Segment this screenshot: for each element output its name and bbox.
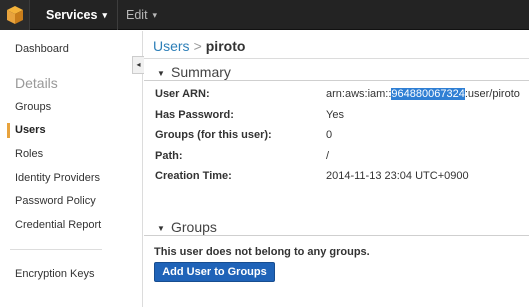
page-title: piroto [205,38,246,54]
sidebar-item-roles[interactable]: Roles [15,148,43,160]
sidebar-item-identity-providers[interactable]: Identity Providers [15,172,100,184]
sidebar-item-dashboard[interactable]: Dashboard [15,43,69,55]
path-value: / [326,150,330,162]
top-nav-bar: Services ▾ Edit ▾ [0,0,529,30]
no-groups-message: This user does not belong to any groups. [154,246,370,258]
arn-account-id-selected[interactable]: 964880067324 [391,88,465,100]
sidebar: Dashboard Details Groups Users Roles Ide… [0,31,143,307]
has-password-label: Has Password: [155,109,234,121]
services-menu[interactable]: Services ▾ [30,0,118,30]
main-content: Users > piroto ▼ Summary User ARN: arn:aws… [144,31,529,307]
user-arn-value: arn:aws:iam::964880067324:user/piroto [326,88,520,100]
header-divider [144,58,529,59]
arn-prefix: arn:aws:iam:: [326,88,392,100]
sidebar-divider [10,249,102,250]
summary-section-header[interactable]: ▼ Summary [144,63,529,81]
sidebar-item-groups[interactable]: Groups [15,101,51,113]
collapse-triangle-icon: ▼ [157,224,165,233]
edit-menu[interactable]: Edit ▾ [118,0,157,30]
breadcrumb: Users > piroto [153,38,245,54]
edit-label: Edit [126,8,148,22]
chevron-down-icon: ▾ [102,10,107,20]
groups-count-value: 0 [326,129,333,141]
services-label: Services [46,8,98,22]
sidebar-item-encryption-keys[interactable]: Encryption Keys [15,268,94,280]
sidebar-heading-details: Details [15,75,58,91]
add-user-to-groups-button[interactable]: Add User to Groups [154,262,275,282]
sidebar-item-users[interactable]: Users [15,124,46,136]
chevron-down-icon: ▾ [152,10,158,20]
groups-title: Groups [171,219,217,235]
breadcrumb-separator: > [193,38,202,54]
breadcrumb-users-link[interactable]: Users [153,38,190,54]
path-label: Path: [155,150,183,162]
groups-count-label: Groups (for this user): [155,129,272,141]
creation-time-label: Creation Time: [155,170,232,182]
has-password-value: Yes [326,109,344,121]
aws-cube-icon[interactable] [0,0,30,30]
creation-time-value: 2014-11-13 23:04 UTC+0900 [326,170,469,182]
sidebar-item-password-policy[interactable]: Password Policy [15,195,96,207]
summary-title: Summary [171,64,231,80]
active-item-marker [7,123,10,138]
user-arn-label: User ARN: [155,88,210,100]
arn-suffix: :user/piroto [464,88,520,100]
collapse-triangle-icon: ▼ [157,69,165,78]
groups-section-header[interactable]: ▼ Groups [144,218,529,236]
collapse-sidebar-icon[interactable]: ◂ [132,56,144,74]
sidebar-item-credential-report[interactable]: Credential Report [15,219,101,231]
